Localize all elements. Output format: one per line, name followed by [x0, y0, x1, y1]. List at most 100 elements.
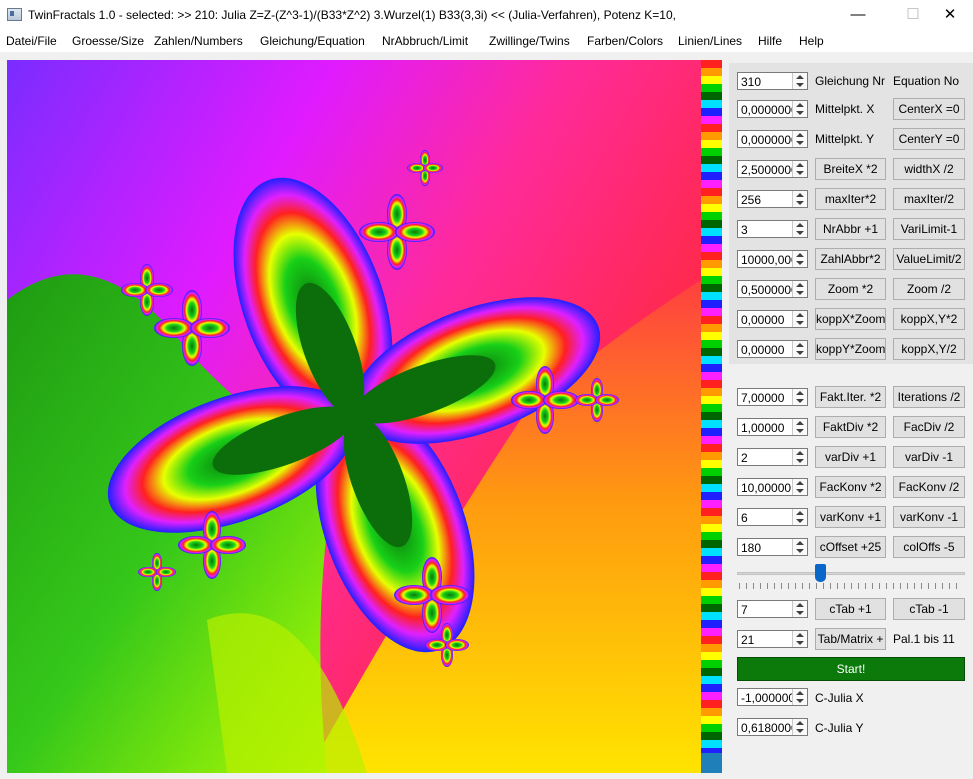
spin-arrows-icon[interactable] — [792, 689, 807, 705]
menu-help[interactable]: Help — [799, 34, 824, 48]
var-div-input[interactable]: 2 — [737, 448, 808, 466]
var-konv-minus-button[interactable]: varKonv -1 — [893, 506, 965, 528]
c-julia-x-label: C-Julia X — [815, 691, 864, 705]
c-julia-x-input[interactable]: -1,0000000 — [737, 688, 808, 706]
center-y-reset-button[interactable]: CenterY =0 — [893, 128, 965, 150]
mittelpkt-y-label: Mittelpkt. Y — [815, 132, 875, 146]
spin-arrows-icon[interactable] — [792, 631, 807, 647]
fakt-iter-input[interactable]: 7,00000 — [737, 388, 808, 406]
width-x-input[interactable]: 2,5000000 — [737, 160, 808, 178]
var-div-minus-button[interactable]: varDiv -1 — [893, 446, 965, 468]
fakt-div-input[interactable]: 1,00000 — [737, 418, 808, 436]
zahl-abbr-input[interactable]: 10000,000 — [737, 250, 808, 268]
color-palette-strip — [701, 60, 722, 773]
spin-arrows-icon[interactable] — [792, 131, 807, 147]
center-y-input[interactable]: 0,0000000 — [737, 130, 808, 148]
spin-arrows-icon[interactable] — [792, 101, 807, 117]
palette-input[interactable]: 21 — [737, 630, 808, 648]
kopp-y-zoom-button[interactable]: koppY*Zoom — [815, 338, 886, 360]
kopp-xy-half-button[interactable]: koppX,Y/2 — [893, 338, 965, 360]
slider-ticks — [739, 583, 963, 589]
menu-gleichung[interactable]: Gleichung/Equation — [260, 34, 365, 48]
kopp-x-input[interactable]: 0,00000 — [737, 310, 808, 328]
c-julia-y-label: C-Julia Y — [815, 721, 864, 735]
kopp-y-input[interactable]: 0,00000 — [737, 340, 808, 358]
equation-no-label: Equation No — [893, 74, 960, 88]
menu-groesse[interactable]: Groesse/Size — [72, 34, 144, 48]
value-limit-half-button[interactable]: ValueLimit/2 — [893, 248, 965, 270]
fakt-div-double-button[interactable]: FaktDiv *2 — [815, 416, 886, 438]
fac-div-half-button[interactable]: FacDiv /2 — [893, 416, 965, 438]
ctab-plus-button[interactable]: cTab +1 — [815, 598, 886, 620]
spin-arrows-icon[interactable] — [792, 161, 807, 177]
slider-track[interactable] — [737, 572, 965, 575]
nr-abbr-input[interactable]: 3 — [737, 220, 808, 238]
max-iter-half-button[interactable]: maxIter/2 — [893, 188, 965, 210]
ctab-minus-button[interactable]: cTab -1 — [893, 598, 965, 620]
breite-x-double-button[interactable]: BreiteX *2 — [815, 158, 886, 180]
var-konv-input[interactable]: 6 — [737, 508, 808, 526]
fac-konv-input[interactable]: 10,00000 — [737, 478, 808, 496]
max-iter-double-button[interactable]: maxIter*2 — [815, 188, 886, 210]
tab-matrix-plus-button[interactable]: Tab/Matrix + — [815, 628, 886, 650]
fractal-canvas[interactable] — [7, 60, 701, 773]
spin-arrows-icon[interactable] — [792, 719, 807, 735]
kopp-x-zoom-button[interactable]: koppX*Zoom — [815, 308, 886, 330]
kopp-xy-double-button[interactable]: koppX,Y*2 — [893, 308, 965, 330]
palette-range-label: Pal.1 bis 11 — [893, 632, 955, 646]
slider-thumb[interactable] — [815, 564, 826, 582]
color-offset-slider[interactable] — [737, 563, 965, 593]
ctab-input[interactable]: 7 — [737, 600, 808, 618]
spin-arrows-icon[interactable] — [792, 539, 807, 555]
spin-arrows-icon[interactable] — [792, 73, 807, 89]
spin-arrows-icon[interactable] — [792, 341, 807, 357]
c-julia-y-input[interactable]: 0,6180000 — [737, 718, 808, 736]
fac-konv-double-button[interactable]: FacKonv *2 — [815, 476, 886, 498]
zahl-abbr-double-button[interactable]: ZahlAbbr*2 — [815, 248, 886, 270]
nr-abbr-plus-button[interactable]: NrAbbr +1 — [815, 218, 886, 240]
menu-datei[interactable]: Datei/File — [6, 34, 57, 48]
zoom-half-button[interactable]: Zoom /2 — [893, 278, 965, 300]
var-div-plus-button[interactable]: varDiv +1 — [815, 446, 886, 468]
spin-arrows-icon[interactable] — [792, 251, 807, 267]
spin-arrows-icon[interactable] — [792, 601, 807, 617]
zoom-input[interactable]: 0,5000000 — [737, 280, 808, 298]
width-x-half-button[interactable]: widthX /2 — [893, 158, 965, 180]
minimize-button[interactable]: — — [835, 0, 881, 30]
center-x-reset-button[interactable]: CenterX =0 — [893, 98, 965, 120]
spin-arrows-icon[interactable] — [792, 281, 807, 297]
window-title: TwinFractals 1.0 - selected: >> 210: Jul… — [28, 8, 676, 22]
spin-arrows-icon[interactable] — [792, 311, 807, 327]
spin-arrows-icon[interactable] — [792, 449, 807, 465]
max-iter-input[interactable]: 256 — [737, 190, 808, 208]
zoom-double-button[interactable]: Zoom *2 — [815, 278, 886, 300]
c-offset-plus-button[interactable]: cOffset +25 — [815, 536, 886, 558]
start-button[interactable]: Start! — [737, 657, 965, 681]
menu-zwillinge[interactable]: Zwillinge/Twins — [489, 34, 570, 48]
c-offset-input[interactable]: 180 — [737, 538, 808, 556]
spin-arrows-icon[interactable] — [792, 221, 807, 237]
gleichung-nr-label: Gleichung Nr — [815, 74, 886, 88]
spin-arrows-icon[interactable] — [792, 419, 807, 435]
menu-linien[interactable]: Linien/Lines — [678, 34, 742, 48]
menu-farben[interactable]: Farben/Colors — [587, 34, 663, 48]
fac-konv-half-button[interactable]: FacKonv /2 — [893, 476, 965, 498]
menu-zahlen[interactable]: Zahlen/Numbers — [154, 34, 243, 48]
spin-arrows-icon[interactable] — [792, 191, 807, 207]
spin-arrows-icon[interactable] — [792, 479, 807, 495]
center-x-input[interactable]: 0,0000000 — [737, 100, 808, 118]
app-icon — [7, 8, 22, 21]
color-palette-bar — [701, 60, 722, 773]
col-offs-minus-button[interactable]: colOffs -5 — [893, 536, 965, 558]
spin-arrows-icon[interactable] — [792, 389, 807, 405]
equation-number-input[interactable]: 310 — [737, 72, 808, 90]
fakt-iter-double-button[interactable]: Fakt.Iter. *2 — [815, 386, 886, 408]
close-button[interactable]: ✕ — [927, 0, 973, 30]
fractal-image — [7, 60, 701, 773]
menu-hilfe[interactable]: Hilfe — [758, 34, 782, 48]
iterations-half-button[interactable]: Iterations /2 — [893, 386, 965, 408]
menu-nrabbruch[interactable]: NrAbbruch/Limit — [382, 34, 468, 48]
spin-arrows-icon[interactable] — [792, 509, 807, 525]
var-konv-plus-button[interactable]: varKonv +1 — [815, 506, 886, 528]
vari-limit-minus-button[interactable]: VariLimit-1 — [893, 218, 965, 240]
